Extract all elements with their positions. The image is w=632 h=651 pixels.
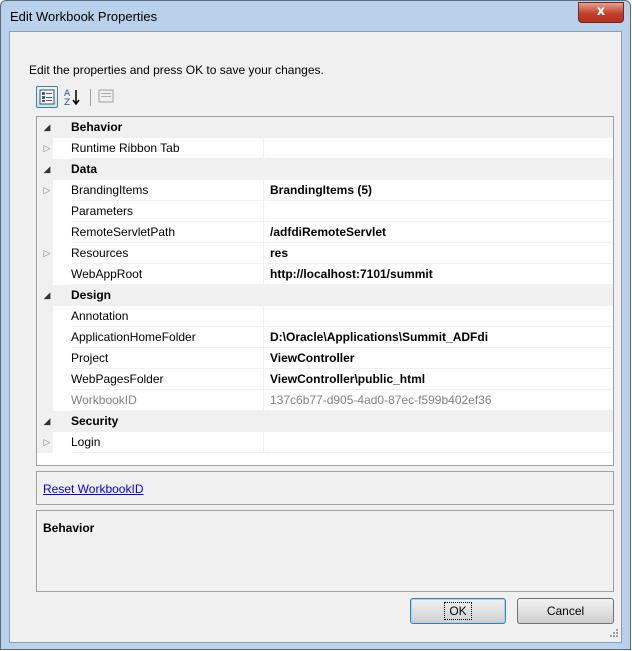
window-title: Edit Workbook Properties — [10, 9, 158, 24]
resize-grip-icon[interactable] — [608, 627, 618, 637]
description-title: Behavior — [43, 521, 95, 535]
property-grid: ◢ Behavior ▷ Runtime Ribbon Tab ◢ Data ▷… — [36, 116, 614, 466]
property-name: WorkbookID — [71, 390, 264, 411]
property-name: WebAppRoot — [71, 264, 264, 285]
property-value[interactable]: ViewController\public_html — [265, 369, 613, 390]
categorized-button[interactable] — [36, 86, 58, 108]
property-value[interactable] — [265, 138, 613, 159]
property-grid-toolbar: A Z — [36, 86, 156, 112]
alphabetical-button[interactable]: A Z — [62, 86, 84, 108]
property-row-annotation[interactable]: Annotation — [37, 306, 613, 327]
property-row-resources[interactable]: ▷ Resources res — [37, 243, 613, 264]
category-label: Design — [71, 288, 112, 302]
description-pane: Behavior — [36, 510, 614, 592]
property-name: Resources — [71, 243, 264, 264]
property-name: WebPagesFolder — [71, 369, 264, 390]
ok-button[interactable]: OK — [410, 598, 506, 624]
property-name: Project — [71, 348, 264, 369]
svg-text:Z: Z — [64, 98, 70, 108]
property-value[interactable]: BrandingItems (5) — [265, 180, 613, 201]
categorized-icon — [39, 89, 55, 105]
category-data[interactable]: ◢ Data — [37, 159, 613, 180]
expand-icon[interactable]: ▷ — [40, 138, 54, 159]
property-row-web-app-root[interactable]: WebAppRoot http://localhost:7101/summit — [37, 264, 613, 285]
cancel-button[interactable]: Cancel — [517, 598, 614, 624]
collapse-icon[interactable]: ◢ — [40, 159, 54, 180]
property-value[interactable]: /adfdiRemoteServlet — [265, 222, 613, 243]
commands-pane: Reset WorkbookID — [36, 471, 614, 505]
category-label: Data — [71, 162, 98, 176]
property-value[interactable]: http://localhost:7101/summit — [265, 264, 613, 285]
property-row-project[interactable]: Project ViewController — [37, 348, 613, 369]
property-row-web-pages-folder[interactable]: WebPagesFolder ViewController\public_htm… — [37, 369, 613, 390]
property-pages-button[interactable] — [96, 86, 118, 108]
property-value[interactable]: D:\Oracle\Applications\Summit_ADFdi — [265, 327, 613, 348]
property-pages-icon — [98, 89, 114, 103]
property-name: BrandingItems — [71, 180, 264, 201]
property-name: Annotation — [71, 306, 264, 327]
ok-button-label: OK — [444, 602, 472, 620]
property-row-workbook-id[interactable]: WorkbookID 137c6b77-d905-4ad0-87ec-f599b… — [37, 390, 613, 411]
property-value[interactable] — [265, 432, 613, 453]
property-row-parameters[interactable]: Parameters — [37, 201, 613, 222]
property-value[interactable]: res — [265, 243, 613, 264]
property-name: Login — [71, 432, 264, 453]
close-button[interactable]: x — [578, 2, 624, 23]
category-security[interactable]: ◢ Security — [37, 411, 613, 432]
property-row-remote-servlet-path[interactable]: RemoteServletPath /adfdiRemoteServlet — [37, 222, 613, 243]
category-label: Behavior — [71, 120, 123, 134]
property-row-login[interactable]: ▷ Login — [37, 432, 613, 453]
reset-workbook-id-link[interactable]: Reset WorkbookID — [43, 482, 143, 496]
expand-icon[interactable]: ▷ — [40, 432, 54, 453]
collapse-icon[interactable]: ◢ — [40, 411, 54, 432]
property-row-application-home-folder[interactable]: ApplicationHomeFolder D:\Oracle\Applicat… — [37, 327, 613, 348]
property-name: RemoteServletPath — [71, 222, 264, 243]
property-value[interactable]: 137c6b77-d905-4ad0-87ec-f599b402ef36 — [265, 390, 613, 411]
property-value[interactable]: ViewController — [265, 348, 613, 369]
property-value[interactable] — [265, 201, 613, 222]
sort-az-icon: A Z — [64, 89, 80, 108]
category-behavior[interactable]: ◢ Behavior — [37, 117, 613, 138]
toolbar-separator — [90, 89, 91, 106]
title-bar: Edit Workbook Properties x — [1, 1, 630, 31]
property-value[interactable] — [265, 306, 613, 327]
property-row-runtime-ribbon-tab[interactable]: ▷ Runtime Ribbon Tab — [37, 138, 613, 159]
close-icon: x — [596, 4, 606, 19]
expand-icon[interactable]: ▷ — [40, 180, 54, 201]
category-design[interactable]: ◢ Design — [37, 285, 613, 306]
property-name: Runtime Ribbon Tab — [71, 138, 264, 159]
category-label: Security — [71, 414, 119, 428]
property-name: ApplicationHomeFolder — [71, 327, 264, 348]
collapse-icon[interactable]: ◢ — [40, 285, 54, 306]
property-name: Parameters — [71, 201, 264, 222]
instructions-text: Edit the properties and press OK to save… — [29, 63, 324, 77]
property-row-branding-items[interactable]: ▷ BrandingItems BrandingItems (5) — [37, 180, 613, 201]
collapse-icon[interactable]: ◢ — [40, 117, 54, 138]
expand-icon[interactable]: ▷ — [40, 243, 54, 264]
